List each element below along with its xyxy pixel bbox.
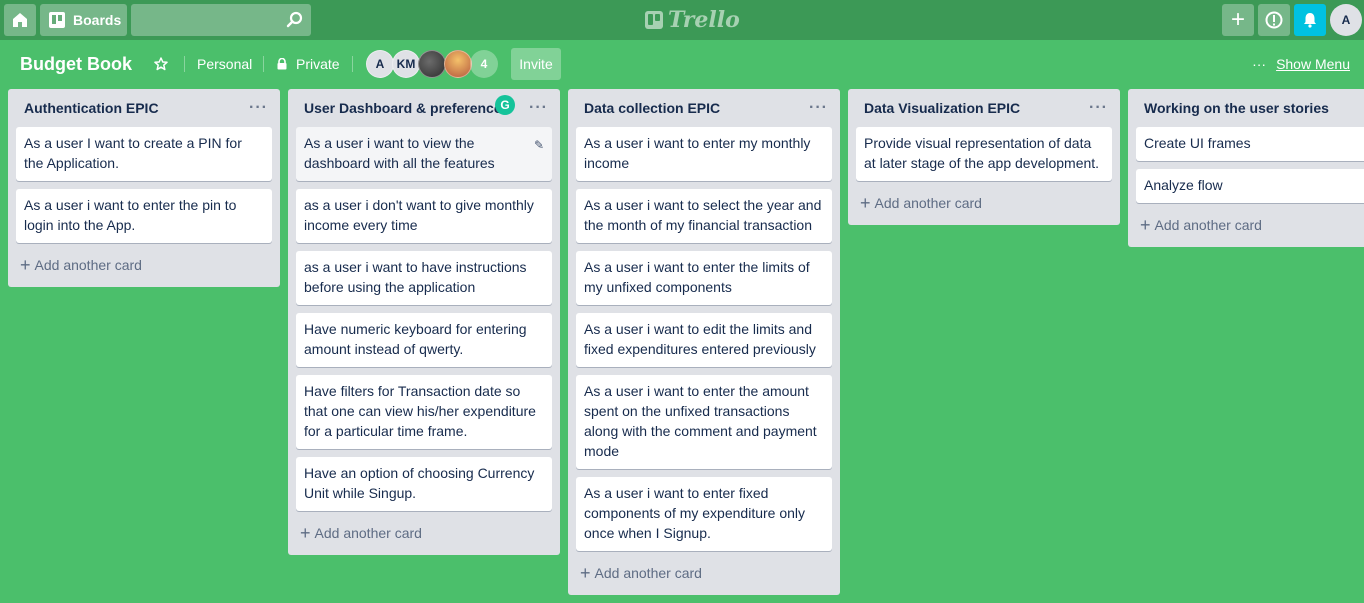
show-menu-button[interactable]: ··· Show Menu	[1252, 48, 1350, 80]
user-avatar[interactable]: A	[1330, 4, 1362, 36]
plus-icon: +	[20, 254, 31, 275]
boards-label: Boards	[73, 12, 122, 28]
card[interactable]: As a user I want to create a PIN for the…	[16, 127, 272, 181]
card[interactable]: Create UI frames	[1136, 127, 1364, 161]
list-menu-icon[interactable]: ···	[245, 99, 272, 117]
card[interactable]: As a user i want to select the year and …	[576, 189, 832, 243]
list-header[interactable]: Data Visualization EPIC ···	[856, 89, 1112, 127]
add-card-label: Add another card	[1154, 217, 1262, 233]
invite-button[interactable]: Invite	[511, 48, 561, 80]
list-title[interactable]: User Dashboard & preferences	[304, 100, 499, 116]
boards-icon	[49, 12, 65, 28]
card[interactable]: as a user i want to have instructions be…	[296, 251, 552, 305]
top-header: Boards Trello + A	[0, 0, 1364, 40]
trello-logo-icon	[645, 11, 663, 29]
info-button[interactable]	[1258, 4, 1290, 36]
list-data-collection: Data collection EPIC ··· As a user i wan…	[568, 89, 840, 595]
list-working-user-stories: Working on the user stories Create UI fr…	[1128, 89, 1364, 247]
card[interactable]: As a user i want to edit the limits and …	[576, 313, 832, 367]
home-button[interactable]	[4, 4, 36, 36]
plus-icon: +	[1140, 214, 1151, 235]
create-button[interactable]: +	[1222, 4, 1254, 36]
board-title[interactable]: Budget Book	[12, 48, 140, 80]
add-card-label: Add another card	[314, 525, 422, 541]
notifications-button[interactable]	[1294, 4, 1326, 36]
list-user-dashboard: User Dashboard & preferences ··· As a us…	[288, 89, 560, 555]
star-button[interactable]	[154, 48, 174, 80]
team-button[interactable]: Personal	[197, 48, 252, 80]
plus-icon: +	[860, 192, 871, 213]
lock-icon	[277, 58, 287, 70]
card[interactable]: As a user i want to enter fixed componen…	[576, 477, 832, 551]
list-menu-icon[interactable]: ···	[1085, 99, 1112, 117]
visibility-button[interactable]: Private	[276, 48, 340, 80]
card[interactable]: Have numeric keyboard for entering amoun…	[296, 313, 552, 367]
list-data-visualization: Data Visualization EPIC ··· Provide visu…	[848, 89, 1120, 225]
member-avatar-photo[interactable]	[418, 50, 446, 78]
pencil-icon[interactable]: ✎	[534, 135, 544, 155]
member-avatars: A KM 4	[366, 50, 498, 78]
trello-logo[interactable]: Trello	[645, 6, 740, 34]
card[interactable]: as a user i don't want to give monthly i…	[296, 189, 552, 243]
grammarly-icon[interactable]: G	[495, 95, 515, 115]
card[interactable]: Have an option of choosing Currency Unit…	[296, 457, 552, 511]
card[interactable]: As a user i want to enter the pin to log…	[16, 189, 272, 243]
list-menu-icon[interactable]: ···	[805, 99, 832, 117]
star-icon	[154, 57, 168, 71]
card[interactable]: Analyze flow	[1136, 169, 1364, 203]
list-title[interactable]: Authentication EPIC	[24, 100, 159, 116]
add-card-button[interactable]: + Add another card	[576, 559, 832, 587]
list-header[interactable]: Authentication EPIC ···	[16, 89, 272, 127]
add-card-label: Add another card	[34, 257, 142, 273]
member-count-badge[interactable]: 4	[470, 50, 498, 78]
card[interactable]: Provide visual representation of data at…	[856, 127, 1112, 181]
list-header[interactable]: Working on the user stories	[1136, 89, 1364, 127]
list-menu-icon[interactable]: ···	[525, 99, 552, 117]
member-avatar[interactable]: A	[366, 50, 394, 78]
add-card-label: Add another card	[594, 565, 702, 581]
bell-icon	[1304, 13, 1316, 28]
list-authentication: Authentication EPIC ··· As a user I want…	[8, 89, 280, 287]
add-card-button[interactable]: + Add another card	[1136, 211, 1364, 239]
list-title[interactable]: Data collection EPIC	[584, 100, 720, 116]
list-header[interactable]: Data collection EPIC ···	[576, 89, 832, 127]
card[interactable]: Have filters for Transaction date so tha…	[296, 375, 552, 449]
logo-text: Trello	[668, 7, 740, 33]
header-divider	[352, 56, 353, 72]
list-title[interactable]: Data Visualization EPIC	[864, 100, 1020, 116]
card-text: As a user i want to view the dashboard w…	[304, 135, 495, 171]
member-avatar-photo[interactable]	[444, 50, 472, 78]
boards-button[interactable]: Boards	[40, 4, 127, 36]
search-input[interactable]	[131, 4, 311, 36]
visibility-label: Private	[296, 56, 340, 72]
card[interactable]: As a user i want to view the dashboard w…	[296, 127, 552, 181]
show-menu-label: Show Menu	[1276, 56, 1350, 72]
info-icon	[1265, 11, 1283, 29]
more-dots-icon: ···	[1252, 56, 1267, 72]
home-icon	[13, 13, 27, 27]
add-card-label: Add another card	[874, 195, 982, 211]
plus-icon: +	[580, 562, 591, 583]
member-avatar[interactable]: KM	[392, 50, 420, 78]
list-title[interactable]: Working on the user stories	[1144, 100, 1329, 116]
card[interactable]: As a user i want to enter the limits of …	[576, 251, 832, 305]
add-card-button[interactable]: + Add another card	[856, 189, 1112, 217]
add-card-button[interactable]: + Add another card	[296, 519, 552, 547]
header-divider	[263, 56, 264, 72]
plus-icon: +	[300, 522, 311, 543]
plus-icon: +	[1230, 6, 1245, 33]
card[interactable]: As a user i want to enter my monthly inc…	[576, 127, 832, 181]
search-icon[interactable]	[285, 10, 305, 30]
add-card-button[interactable]: + Add another card	[16, 251, 272, 279]
card[interactable]: As a user i want to enter the amount spe…	[576, 375, 832, 469]
header-divider	[184, 56, 185, 72]
